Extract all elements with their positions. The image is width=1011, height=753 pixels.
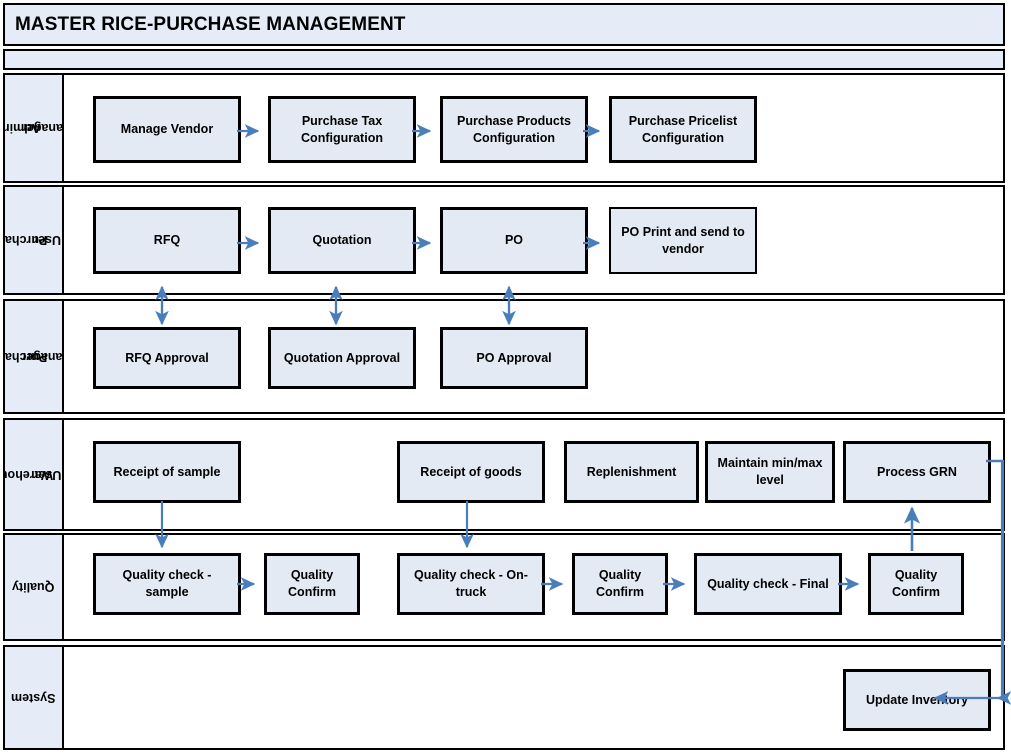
- process-box-label: Maintain min/max level: [717, 456, 823, 487]
- diagram-subtitle-bar: [3, 49, 1005, 70]
- swimlane-body-purchase-user: RFQ Quotation PO PO Print and send to ve…: [64, 187, 1003, 293]
- lane-label-warehouse-user: Warehouse User: [5, 420, 64, 529]
- process-box-quality-check-sample[interactable]: Quality check - sample: [93, 553, 241, 615]
- process-box-label: Purchase Tax Configuration: [301, 113, 383, 145]
- swimlane-admin-manager: Admin/ Manager Manage Vendor Purchase Ta…: [3, 73, 1005, 183]
- process-box-manage-vendor[interactable]: Manage Vendor: [93, 96, 241, 163]
- process-box-quotation[interactable]: Quotation: [268, 207, 416, 274]
- process-box-label: PO Approval: [476, 350, 552, 365]
- process-box-quality-check-on-truck[interactable]: Quality check - On-truck: [397, 553, 545, 615]
- process-box-rfq[interactable]: RFQ: [93, 207, 241, 274]
- page-title: MASTER RICE-PURCHASE MANAGEMENT: [15, 13, 406, 35]
- lane-label-line1: Quality: [12, 580, 55, 594]
- process-box-label: Purchase Pricelist Configuration: [628, 113, 738, 145]
- process-box-replenishment[interactable]: Replenishment: [564, 441, 699, 503]
- process-box-po-print-send-vendor[interactable]: PO Print and send to vendor: [609, 207, 757, 274]
- lane-label-admin-manager: Admin/ Manager: [5, 75, 64, 181]
- process-box-label: Replenishment: [586, 464, 677, 479]
- swimlane-system: System Update Inventory: [3, 645, 1005, 750]
- process-box-quotation-approval[interactable]: Quotation Approval: [268, 327, 416, 389]
- lane-label-line2: User: [33, 233, 62, 247]
- process-box-purchase-tax-configuration[interactable]: Purchase Tax Configuration: [268, 96, 416, 163]
- swimlane-warehouse-user: Warehouse User Receipt of sample Receipt…: [3, 418, 1005, 531]
- process-box-receipt-of-goods[interactable]: Receipt of goods: [397, 441, 545, 503]
- process-box-update-inventory[interactable]: Update Inventory: [843, 669, 991, 731]
- swimlane-quality: Quality Quality check - sample Quality C…: [3, 533, 1005, 641]
- lane-label-purchase-user: Purchase User: [5, 187, 64, 293]
- process-box-quality-confirm-2[interactable]: Quality Confirm: [572, 553, 668, 615]
- lane-label-quality: Quality: [5, 535, 64, 639]
- lane-label-line2: User: [33, 467, 62, 482]
- lane-label-line2: Manager: [21, 121, 63, 135]
- flowchart-canvas: MASTER RICE-PURCHASE MANAGEMENT Admin/ M…: [0, 0, 1011, 753]
- process-box-label: Quality Confirm: [892, 568, 940, 599]
- process-box-process-grn[interactable]: Process GRN: [843, 441, 991, 503]
- lane-label-purchase-manager: Purchase Manager: [5, 301, 64, 412]
- process-box-quality-check-final[interactable]: Quality check - Final: [694, 553, 842, 615]
- process-box-quality-confirm-3[interactable]: Quality Confirm: [868, 553, 964, 615]
- swimlane-purchase-manager: Purchase Manager RFQ Approval Quotation …: [3, 299, 1005, 414]
- process-box-label: Receipt of goods: [420, 464, 522, 479]
- process-box-label: PO Print and send to vendor: [621, 224, 745, 256]
- swimlane-body-admin-manager: Manage Vendor Purchase Tax Configuration…: [64, 75, 1003, 181]
- process-box-po[interactable]: PO: [440, 207, 588, 274]
- process-box-purchase-pricelist-configuration[interactable]: Purchase Pricelist Configuration: [609, 96, 757, 163]
- swimlane-body-system: Update Inventory: [64, 647, 1003, 748]
- lane-label-line2: Manager: [21, 349, 63, 364]
- process-box-rfq-approval[interactable]: RFQ Approval: [93, 327, 241, 389]
- process-box-label: RFQ: [153, 233, 181, 248]
- process-box-label: Receipt of sample: [113, 464, 221, 479]
- process-box-label: Quality check - sample: [122, 568, 212, 599]
- process-box-label: Quality Confirm: [288, 568, 336, 599]
- swimlane-purchase-user: Purchase User RFQ Quotation PO PO Print …: [3, 185, 1005, 295]
- process-box-label: Manage Vendor: [120, 122, 214, 137]
- process-box-quality-confirm-1[interactable]: Quality Confirm: [264, 553, 360, 615]
- process-box-label: Quotation Approval: [283, 350, 401, 365]
- process-box-label: Process GRN: [877, 464, 957, 479]
- process-box-purchase-products-configuration[interactable]: Purchase Products Configuration: [440, 96, 588, 163]
- process-box-label: Quality check - On-truck: [414, 568, 528, 599]
- lane-label-line1: System: [11, 690, 56, 705]
- swimlane-body-quality: Quality check - sample Quality Confirm Q…: [64, 535, 1003, 639]
- swimlane-body-purchase-manager: RFQ Approval Quotation Approval PO Appro…: [64, 301, 1003, 412]
- process-box-label: RFQ Approval: [125, 350, 209, 365]
- process-box-receipt-of-sample[interactable]: Receipt of sample: [93, 441, 241, 503]
- swimlane-body-warehouse-user: Receipt of sample Receipt of goods Reple…: [64, 420, 1003, 529]
- process-box-maintain-min-max-level[interactable]: Maintain min/max level: [705, 441, 835, 503]
- process-box-label: Quotation: [312, 233, 372, 248]
- diagram-title-bar: MASTER RICE-PURCHASE MANAGEMENT: [3, 3, 1005, 46]
- process-box-po-approval[interactable]: PO Approval: [440, 327, 588, 389]
- process-box-label: Update Inventory: [865, 692, 969, 707]
- process-box-label: Quality check - Final: [707, 576, 829, 591]
- process-box-label: Purchase Products Configuration: [457, 113, 571, 145]
- lane-label-system: System: [5, 647, 64, 748]
- process-box-label: PO: [504, 233, 524, 248]
- process-box-label: Quality Confirm: [596, 568, 644, 599]
